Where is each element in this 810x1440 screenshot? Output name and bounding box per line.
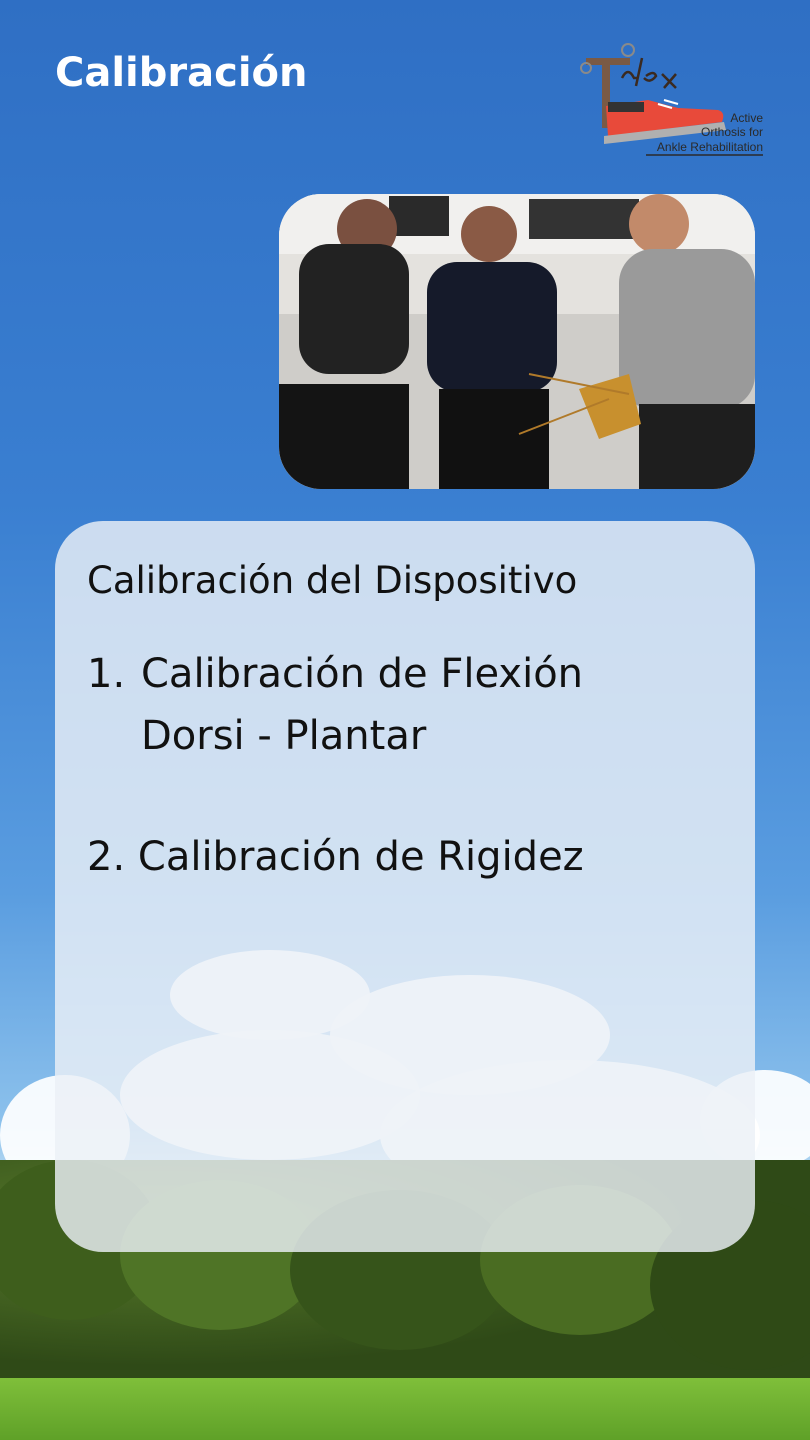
tflex-logo: Active Orthosis for Ankle Rehabilitation <box>578 40 768 160</box>
card-heading: Calibración del Dispositivo <box>87 559 578 602</box>
calibration-card: Calibración del Dispositivo 1. Calibració… <box>55 521 755 1252</box>
svg-text:Active: Active <box>730 111 763 125</box>
team-photo <box>279 194 755 489</box>
svg-text:Ankle Rehabilitation: Ankle Rehabilitation <box>657 140 763 154</box>
grass <box>0 1378 810 1440</box>
page-title: Calibración <box>55 50 308 96</box>
list-item-label: Calibración de Flexión Dorsi - Plantar <box>141 651 584 759</box>
list-number: 1. <box>87 651 126 697</box>
svg-text:Orthosis for: Orthosis for <box>701 125 763 139</box>
list-item-label: Calibración de Rigidez <box>137 834 584 880</box>
list-number: 2. <box>87 834 126 880</box>
list-item-rigidez[interactable]: 2. Calibración de Rigidez <box>87 826 584 888</box>
list-item-dorsi-plantar[interactable]: 1. Calibración de Flexión Dorsi - Plantar <box>87 643 661 767</box>
